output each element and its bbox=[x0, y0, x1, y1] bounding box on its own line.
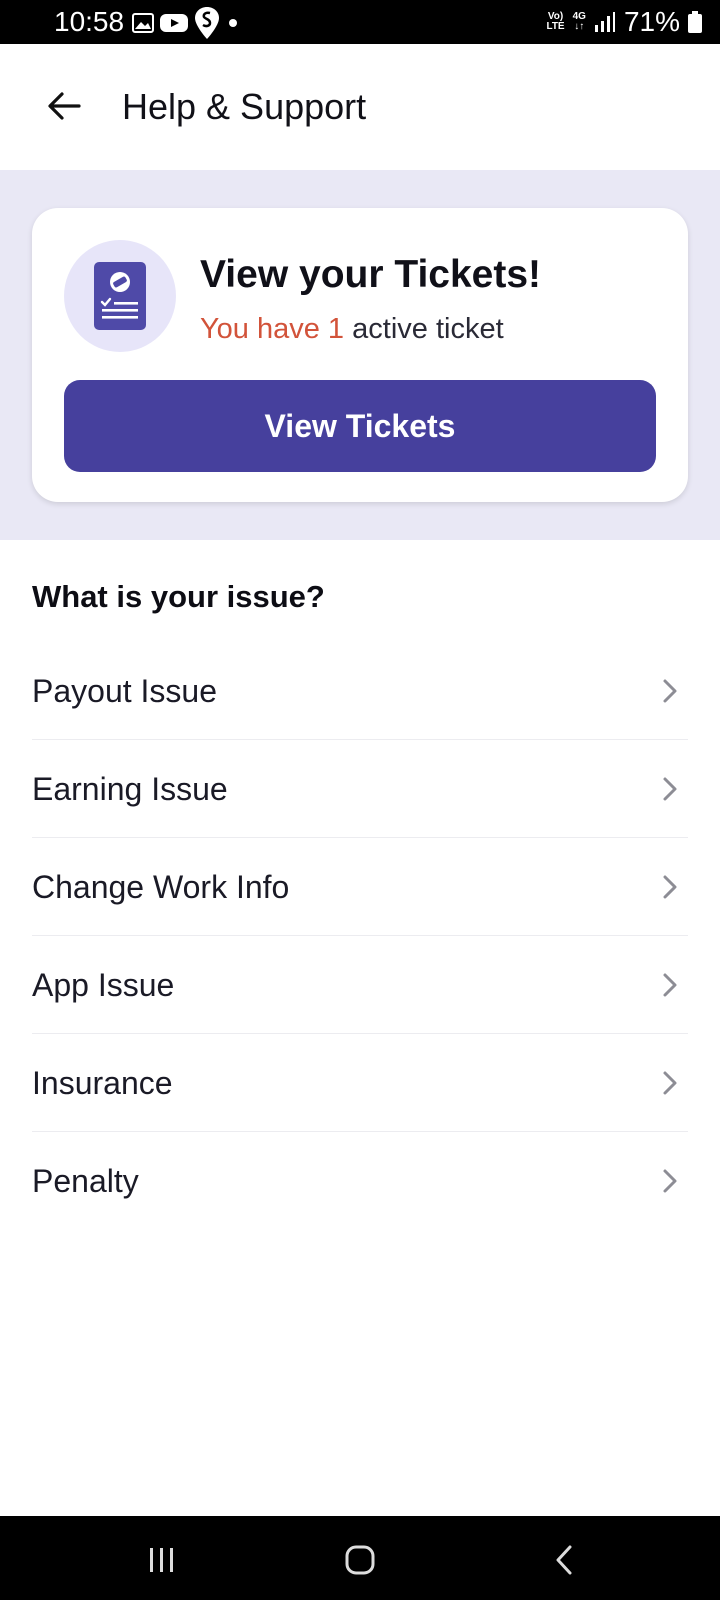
ticket-document-icon bbox=[94, 262, 146, 330]
swiggy-icon bbox=[195, 7, 219, 39]
arrow-left-icon bbox=[48, 92, 81, 120]
ticket-subtitle-rest: active ticket bbox=[344, 313, 504, 345]
status-time: 10:58 bbox=[54, 6, 125, 37]
dot-icon bbox=[229, 19, 237, 27]
issue-label: Insurance bbox=[32, 1064, 173, 1101]
youtube-icon bbox=[160, 14, 188, 32]
ticket-card: View your Tickets! You have 1 active tic… bbox=[32, 208, 688, 502]
issue-item-penalty[interactable]: Penalty bbox=[32, 1132, 688, 1229]
ticket-avatar bbox=[64, 240, 176, 352]
active-ticket-count: You have 1 bbox=[200, 313, 345, 345]
back-chevron-icon bbox=[556, 1545, 572, 1575]
back-button[interactable] bbox=[40, 82, 88, 130]
notification-icons bbox=[132, 7, 240, 39]
page-title: Help & Support bbox=[122, 86, 367, 127]
issue-item-earning[interactable]: Earning Issue bbox=[32, 740, 688, 838]
issue-item-app[interactable]: App Issue bbox=[32, 936, 688, 1034]
status-bar: 10:58 Vo) LTE 4G ↓↑ 71% bbox=[0, 0, 720, 44]
chevron-right-icon bbox=[656, 1167, 684, 1195]
status-right: Vo) LTE 4G ↓↑ 71% bbox=[546, 6, 702, 38]
volte-indicator: Vo) LTE bbox=[546, 12, 564, 32]
issue-item-change-work-info[interactable]: Change Work Info bbox=[32, 838, 688, 936]
chevron-right-icon bbox=[656, 873, 684, 901]
chevron-right-icon bbox=[656, 1069, 684, 1097]
issue-label: App Issue bbox=[32, 966, 175, 1003]
issues-heading: What is your issue? bbox=[32, 579, 325, 614]
issue-label: Earning Issue bbox=[32, 770, 228, 807]
home-icon bbox=[345, 1545, 375, 1575]
network-type: 4G ↓↑ bbox=[573, 12, 586, 32]
issue-label: Penalty bbox=[32, 1162, 139, 1199]
app-header: Help & Support bbox=[0, 44, 720, 170]
battery-icon bbox=[688, 11, 702, 33]
system-nav-bar bbox=[0, 1516, 720, 1600]
ticket-subtitle: You have 1 active ticket bbox=[200, 312, 504, 346]
volte-bottom: LTE bbox=[546, 21, 565, 32]
home-button[interactable] bbox=[338, 1538, 382, 1582]
issue-item-payout[interactable]: Payout Issue bbox=[32, 642, 688, 740]
battery-level: 71% bbox=[623, 6, 680, 37]
signal-icon bbox=[594, 12, 615, 32]
view-tickets-button[interactable]: View Tickets bbox=[64, 380, 656, 472]
ticket-banner: View your Tickets! You have 1 active tic… bbox=[0, 170, 720, 540]
gallery-icon bbox=[132, 13, 154, 33]
data-arrows-icon: ↓↑ bbox=[574, 21, 585, 32]
issue-list: Payout Issue Earning Issue Change Work I… bbox=[32, 642, 688, 1229]
issue-item-insurance[interactable]: Insurance bbox=[32, 1034, 688, 1132]
system-back-button[interactable] bbox=[542, 1538, 586, 1582]
issue-label: Change Work Info bbox=[32, 868, 290, 905]
recent-apps-button[interactable] bbox=[140, 1538, 184, 1582]
recent-apps-icon bbox=[150, 1548, 173, 1572]
issue-label: Payout Issue bbox=[32, 672, 217, 709]
chevron-right-icon bbox=[656, 775, 684, 803]
chevron-right-icon bbox=[656, 971, 684, 999]
ticket-title: View your Tickets! bbox=[200, 253, 542, 296]
chevron-right-icon bbox=[656, 677, 684, 705]
